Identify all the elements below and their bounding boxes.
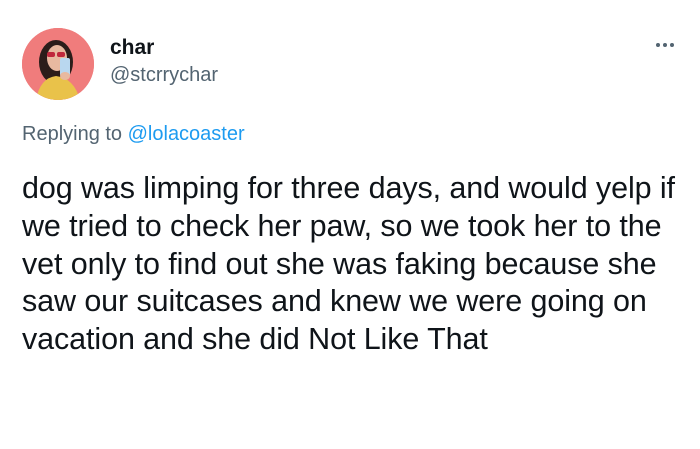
user-handle[interactable]: @stcrrychar <box>110 64 218 87</box>
replying-to-line: Replying to @lolacoaster <box>22 123 245 146</box>
more-options-button[interactable] <box>648 34 682 56</box>
more-horizontal-icon-dot <box>670 43 674 47</box>
profile-photo-avatar <box>22 28 94 100</box>
display-name[interactable]: char <box>110 36 154 60</box>
replying-to-label: Replying to <box>22 123 123 145</box>
avatar[interactable] <box>22 28 94 100</box>
more-horizontal-icon-dot <box>663 43 667 47</box>
tweet-text: dog was limping for three days, and woul… <box>22 171 675 357</box>
reply-mention-link[interactable]: @lolacoaster <box>128 123 245 145</box>
tweet-card: char @stcrrychar Replying to @lolacoaste… <box>0 0 700 449</box>
more-horizontal-icon <box>656 43 660 47</box>
